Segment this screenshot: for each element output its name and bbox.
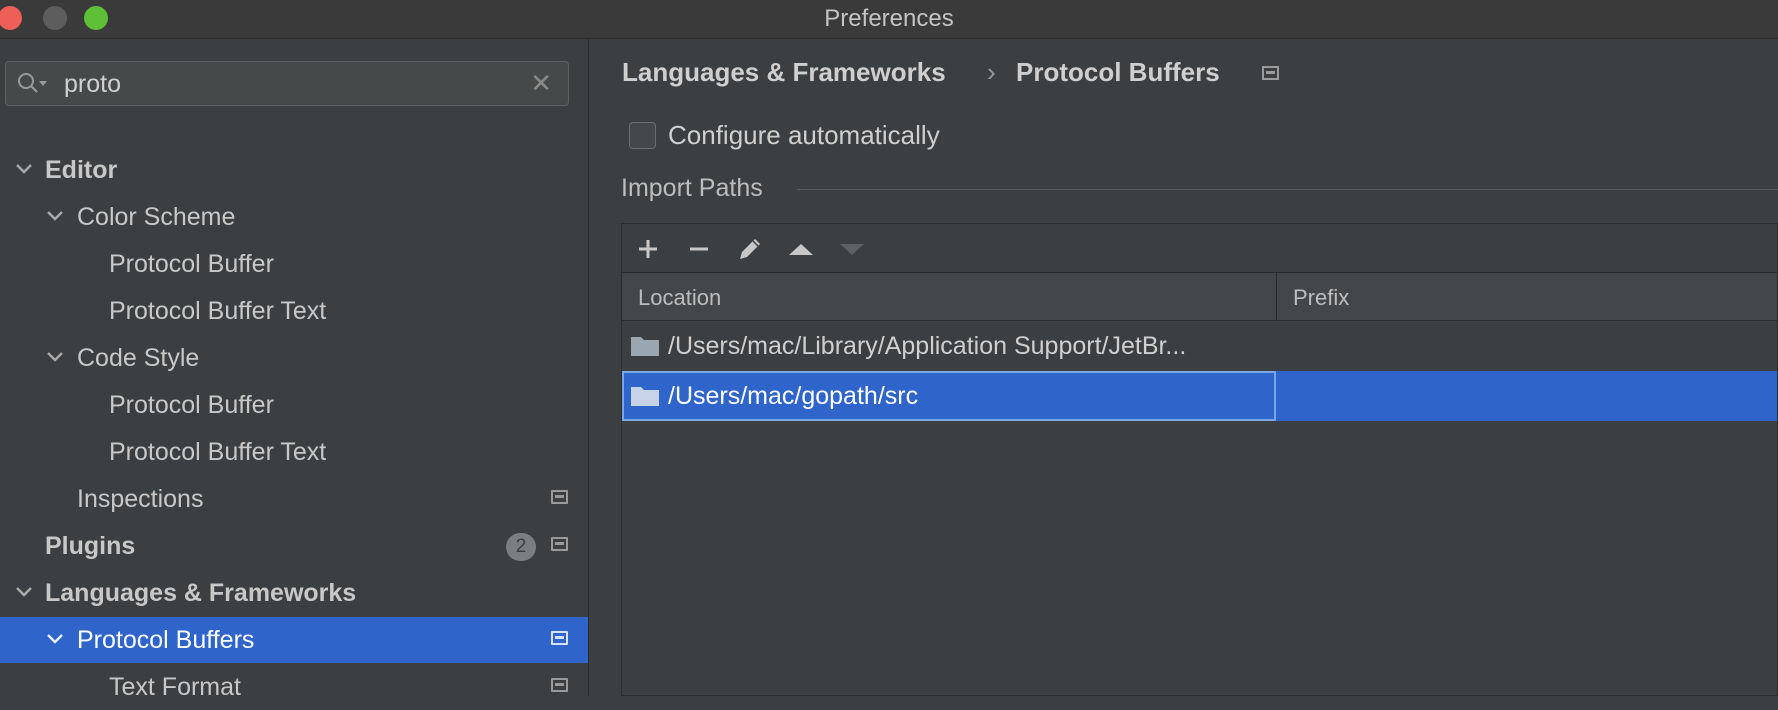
move-up-icon[interactable]: [784, 232, 818, 266]
chevron-down-icon[interactable]: [45, 206, 65, 226]
tree-item-color-scheme[interactable]: Color Scheme: [0, 194, 588, 240]
window-title: Preferences: [824, 5, 954, 32]
chevron-down-icon[interactable]: [45, 629, 65, 649]
tree-item-label: Protocol Buffer Text: [109, 438, 327, 466]
breadcrumb-separator: ›: [987, 57, 996, 87]
location-column-header[interactable]: Location: [638, 285, 721, 311]
import-paths-table: Location Prefix /Users/mac/Library/Appli…: [621, 223, 1778, 696]
tree-item-style-protocol-buffer[interactable]: Protocol Buffer: [0, 382, 588, 428]
table-row[interactable]: /Users/mac/Library/Application Support/J…: [622, 321, 1777, 371]
tree-item-languages-frameworks[interactable]: Languages & Frameworks: [0, 570, 588, 616]
chevron-down-icon[interactable]: [14, 159, 34, 179]
tree-item-label: Code Style: [77, 344, 200, 372]
tree-item-label: Languages & Frameworks: [45, 579, 357, 607]
settings-content: Languages & Frameworks › Protocol Buffer…: [589, 39, 1778, 696]
tree-item-label: Protocol Buffer: [109, 391, 274, 419]
tree-item-label: Text Format: [109, 673, 241, 701]
table-row-selected[interactable]: /Users/mac/gopath/src: [622, 371, 1777, 421]
move-down-icon[interactable]: [835, 232, 869, 266]
location-cell[interactable]: /Users/mac/gopath/src: [668, 382, 918, 411]
tree-item-code-style[interactable]: Code Style: [0, 335, 588, 381]
chevron-down-icon[interactable]: [45, 347, 65, 367]
tree-item-text-format[interactable]: Text Format: [0, 664, 588, 710]
clear-search-icon[interactable]: ✕: [530, 70, 552, 96]
chevron-down-icon[interactable]: [14, 582, 34, 602]
project-settings-icon: [1262, 66, 1279, 80]
tree-item-label: Editor: [45, 156, 118, 184]
folder-icon: [631, 387, 659, 406]
breadcrumb-parent[interactable]: Languages & Frameworks: [622, 57, 946, 88]
title-bar: Preferences: [0, 0, 1778, 39]
updates-count-badge: 2: [506, 533, 536, 561]
search-icon[interactable]: [16, 71, 50, 102]
tree-item-color-protocol-buffer[interactable]: Protocol Buffer: [0, 241, 588, 287]
edit-pencil-icon[interactable]: [733, 232, 767, 266]
breadcrumb-current: Protocol Buffers: [1016, 57, 1220, 87]
tree-item-protocol-buffers[interactable]: Protocol Buffers: [0, 617, 588, 663]
configure-automatically-label[interactable]: Configure automatically: [668, 120, 940, 151]
column-divider[interactable]: [1276, 273, 1277, 320]
table-toolbar: [622, 224, 1777, 273]
table-header: Location Prefix: [622, 273, 1777, 321]
tree-item-label: Protocol Buffer Text: [109, 297, 327, 325]
project-settings-icon: [551, 490, 568, 504]
tree-item-label: Protocol Buffer: [109, 250, 274, 278]
tree-item-color-protocol-buffer-text[interactable]: Protocol Buffer Text: [0, 288, 588, 334]
tree-item-plugins[interactable]: Plugins 2: [0, 523, 588, 569]
search-input[interactable]: [64, 69, 504, 99]
search-field[interactable]: ✕: [5, 61, 569, 106]
section-divider: [797, 189, 1778, 190]
import-paths-title: Import Paths: [621, 174, 763, 202]
tree-item-label: Inspections: [77, 485, 204, 513]
project-settings-icon: [551, 678, 568, 692]
tree-item-editor[interactable]: Editor: [0, 147, 588, 193]
remove-icon[interactable]: [682, 232, 716, 266]
tree-item-label: Plugins: [45, 532, 136, 560]
configure-automatically-checkbox[interactable]: [629, 122, 656, 149]
tree-item-inspections[interactable]: Inspections: [0, 476, 588, 522]
folder-icon: [631, 337, 659, 356]
project-settings-icon: [551, 537, 568, 551]
prefix-column-header[interactable]: Prefix: [1293, 285, 1349, 311]
settings-sidebar: ✕ Editor Color Scheme Protocol Buffer Pr…: [0, 39, 589, 701]
tree-item-label: Color Scheme: [77, 203, 236, 231]
location-cell[interactable]: /Users/mac/Library/Application Support/J…: [668, 332, 1186, 361]
tree-item-label: Protocol Buffers: [77, 626, 255, 654]
add-icon[interactable]: [631, 232, 665, 266]
tree-item-style-protocol-buffer-text[interactable]: Protocol Buffer Text: [0, 429, 588, 475]
project-settings-icon: [551, 631, 568, 645]
